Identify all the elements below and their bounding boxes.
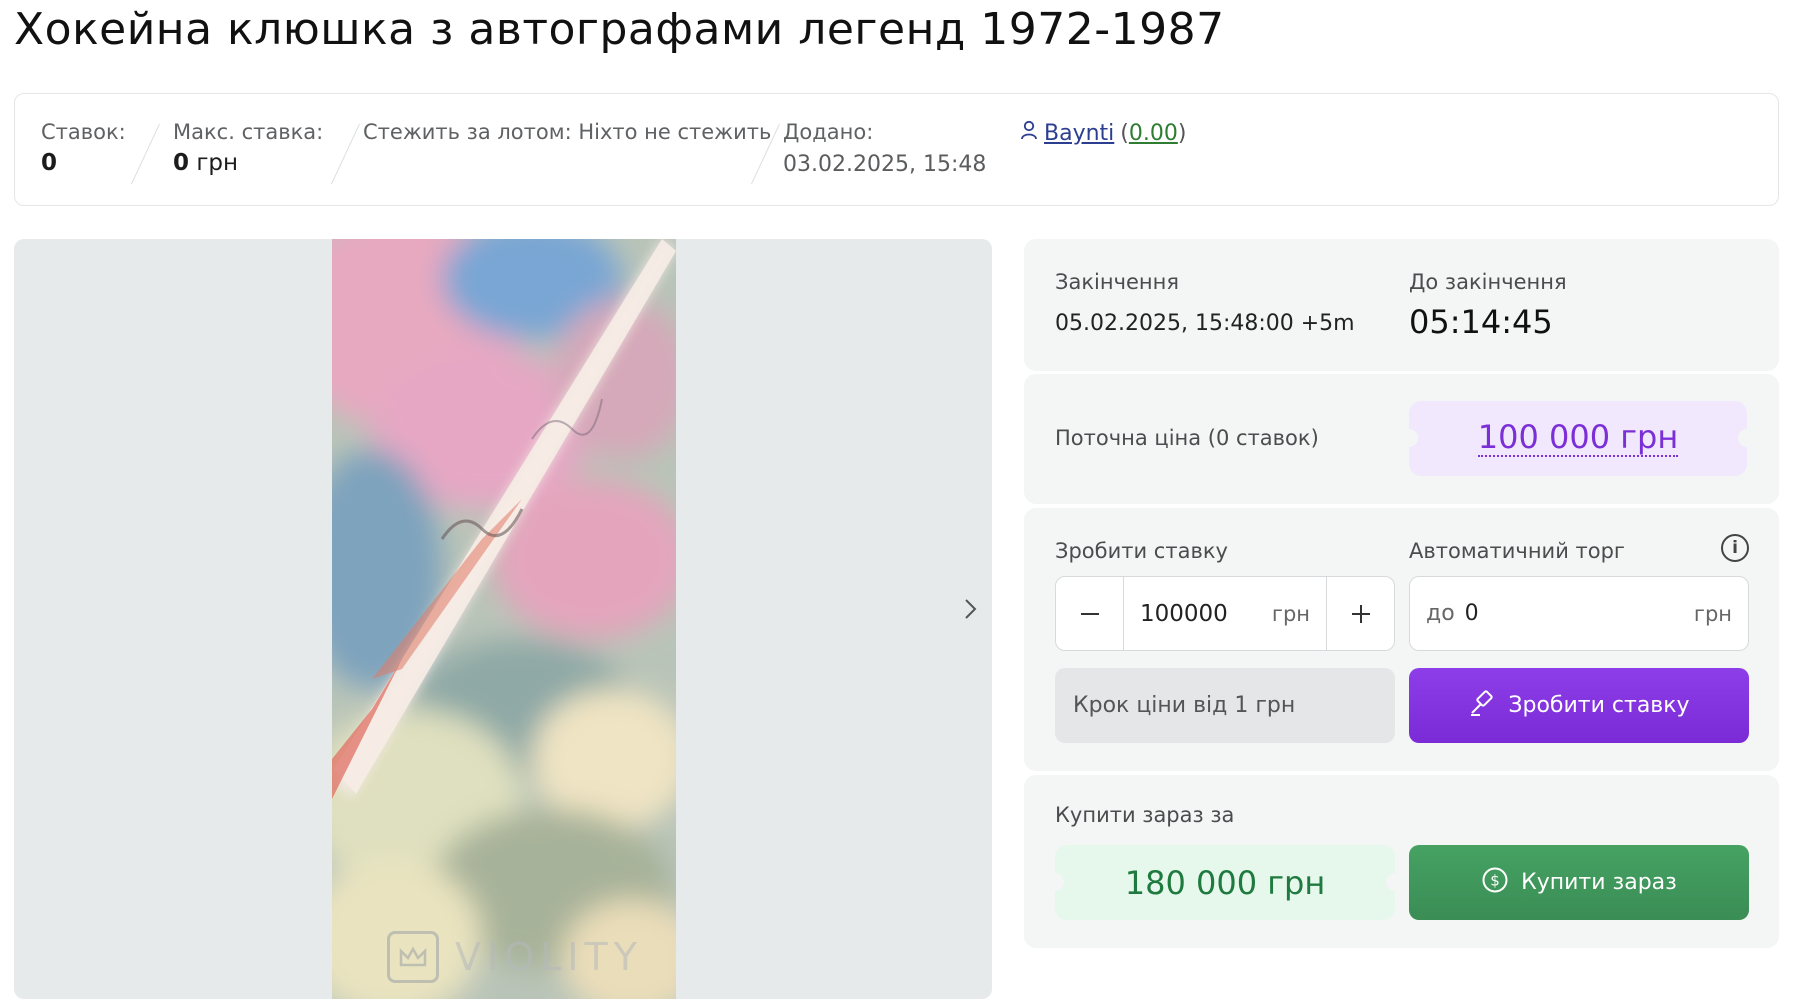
divider	[131, 124, 160, 184]
bid-stepper: 100000 грн	[1055, 576, 1395, 651]
max-bid-currency: грн	[196, 150, 239, 176]
countdown: 05:14:45	[1409, 303, 1553, 341]
seller-rating-wrap: (0.00)	[1120, 120, 1187, 146]
bids-count: Ставок: 0	[41, 120, 126, 176]
current-price-tag: 100 000 грн	[1400, 401, 1756, 476]
auto-bid-currency: грн	[1693, 601, 1732, 626]
current-price[interactable]: 100 000 грн	[1477, 419, 1679, 458]
divider	[331, 124, 360, 184]
auto-bid-value: 0	[1464, 601, 1479, 626]
bid-amount-input[interactable]: 100000 грн	[1124, 577, 1326, 650]
crown-icon	[387, 931, 439, 983]
watermark-text: VIOLITY	[455, 935, 643, 979]
bids-value: 0	[41, 150, 58, 176]
increase-button[interactable]	[1326, 577, 1394, 650]
page-title: Хокейна клюшка з автографами легенд 1972…	[14, 4, 1225, 55]
seller: Baynti (0.00)	[1020, 120, 1186, 146]
user-icon	[1020, 120, 1038, 146]
svg-text:$: $	[1490, 871, 1500, 889]
info-icon[interactable]: i	[1721, 534, 1749, 562]
end-label: Закінчення	[1055, 270, 1180, 294]
gavel-icon	[1468, 689, 1496, 723]
bid-label: Зробити ставку	[1055, 539, 1228, 563]
seller-link[interactable]: Baynti	[1044, 121, 1114, 146]
buy-now-price-tag: 180 000 грн	[1046, 845, 1404, 920]
buy-now-label: Купити зараз за	[1055, 803, 1235, 827]
added-date: Додано: 03.02.2025, 15:48	[783, 120, 986, 177]
current-price-panel: Поточна ціна (0 ставок) 100 000 грн	[1024, 374, 1779, 504]
bid-amount-value: 100000	[1140, 600, 1228, 627]
watermark: VIOLITY	[387, 931, 643, 983]
place-bid-label: Зробити ставку	[1508, 693, 1690, 718]
added-value: 03.02.2025, 15:48	[783, 152, 987, 177]
max-bid: Макс. ставка: 0 грн	[173, 120, 323, 176]
buy-now-button[interactable]: $ Купити зараз	[1409, 845, 1749, 920]
buy-now-price: 180 000 грн	[1124, 863, 1326, 902]
photo-gallery[interactable]: VIOLITY	[14, 239, 992, 999]
dollar-icon: $	[1481, 866, 1509, 900]
auto-bid-prefix: до	[1426, 601, 1455, 626]
max-bid-value: 0	[173, 150, 190, 176]
place-bid-button[interactable]: Зробити ставку	[1409, 668, 1749, 743]
max-bid-label: Макс. ставка:	[173, 120, 324, 144]
price-step-note: Крок ціни від 1 грн	[1055, 668, 1395, 743]
auto-bid-label: Автоматичний торг	[1409, 539, 1625, 563]
timing-panel: Закінчення 05.02.2025, 15:48:00 +5m До з…	[1024, 239, 1779, 371]
bids-label: Ставок:	[41, 120, 126, 144]
bid-currency: грн	[1271, 601, 1310, 626]
current-price-label: Поточна ціна (0 ставок)	[1055, 426, 1319, 450]
buy-now-panel: Купити зараз за 180 000 грн $ Купити зар…	[1024, 775, 1779, 948]
lot-photo[interactable]: VIOLITY	[332, 239, 676, 999]
seller-rating[interactable]: 0.00	[1129, 121, 1178, 146]
watch-label: Стежить за лотом: Ніхто не стежить	[363, 120, 772, 144]
remaining-label: До закінчення	[1409, 270, 1567, 294]
end-value: 05.02.2025, 15:48:00 +5m	[1055, 311, 1355, 336]
chevron-right-icon[interactable]	[958, 597, 982, 621]
added-label: Додано:	[783, 120, 874, 144]
buy-now-button-label: Купити зараз	[1521, 870, 1677, 895]
watchers: Стежить за лотом: Ніхто не стежить	[363, 120, 771, 144]
auto-bid-input[interactable]: до 0 грн	[1409, 576, 1749, 651]
decrease-button[interactable]	[1056, 577, 1124, 650]
lot-info-bar: Ставок: 0 Макс. ставка: 0 грн Стежить за…	[14, 93, 1779, 206]
bid-panel: Зробити ставку Автоматичний торг i 10000…	[1024, 508, 1779, 771]
